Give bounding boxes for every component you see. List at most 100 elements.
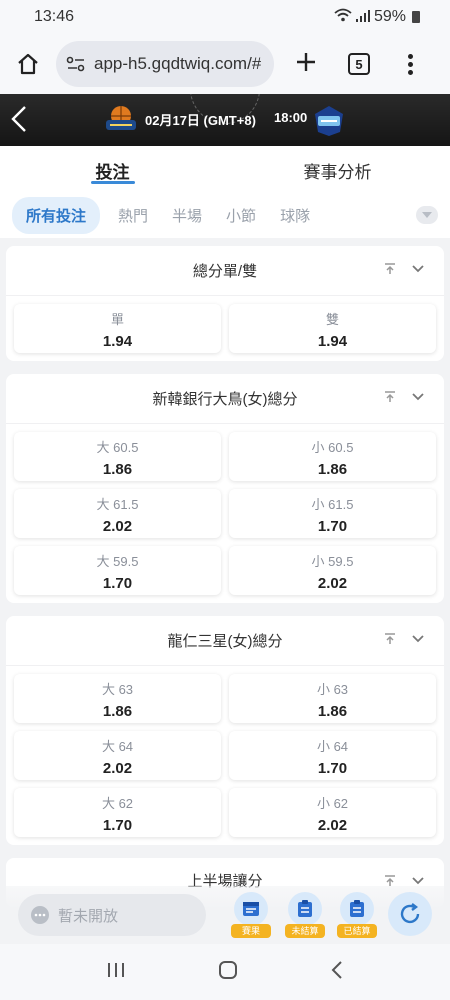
odds-row: 大 59.5 1.70 小 59.5 2.02	[14, 546, 436, 595]
odds-value: 2.02	[317, 575, 348, 592]
address-bar[interactable]: app-h5.gqdtwiq.com/#	[56, 41, 274, 87]
odds-button[interactable]: 雙 1.94	[229, 304, 436, 353]
match-header: 02月17日 (GMT+8) 18:00	[0, 94, 450, 146]
odds-value: 1.70	[102, 575, 133, 592]
odds-button[interactable]: 小 64 1.70	[229, 731, 436, 780]
sub-tab-half[interactable]: 半場	[172, 205, 202, 226]
odds-button[interactable]: 小 60.5 1.86	[229, 432, 436, 481]
odds-button[interactable]: 大 61.5 2.02	[14, 489, 221, 538]
home-nav-button[interactable]	[218, 960, 238, 985]
odds-value: 2.02	[102, 518, 133, 535]
odds-value: 1.70	[317, 518, 348, 535]
chevron-down-icon[interactable]	[412, 393, 424, 401]
settled-label: 已結算	[337, 924, 377, 938]
market-card: 龍仁三星(女)總分 大 63 1.86 小 63 1.86 大 64 2.02 小 6…	[6, 616, 444, 845]
results-icon	[234, 892, 268, 926]
browser-toolbar: app-h5.gqdtwiq.com/# 5	[0, 34, 450, 94]
menu-dot-icon	[408, 61, 413, 67]
recent-apps-button[interactable]	[106, 961, 126, 984]
plus-icon	[297, 53, 315, 71]
sub-tab-team[interactable]: 球隊	[280, 205, 310, 226]
odds-row: 大 63 1.86 小 63 1.86	[14, 674, 436, 723]
unsettled-button[interactable]: 未結算	[284, 892, 326, 938]
home-icon	[18, 53, 38, 75]
market-title: 新韓銀行大鳥(女)總分	[152, 391, 298, 408]
chevron-down-icon[interactable]	[412, 265, 424, 273]
pin-to-top-icon[interactable]	[384, 391, 396, 403]
unsettled-icon	[288, 892, 322, 926]
sub-tab-all-bets[interactable]: 所有投注	[12, 196, 101, 234]
odds-label: 大 64	[101, 739, 134, 754]
odds-row: 大 61.5 2.02 小 61.5 1.70	[14, 489, 436, 538]
settled-button[interactable]: 已結算	[336, 892, 378, 938]
odds-value: 1.94	[102, 333, 133, 350]
market-card: 新韓銀行大鳥(女)總分 大 60.5 1.86 小 60.5 1.86 大 61.5…	[6, 374, 444, 603]
tab-switcher-button[interactable]: 5	[348, 53, 370, 75]
match-time: 18:00	[274, 110, 308, 125]
odds-label: 小 60.5	[311, 440, 354, 455]
market-header[interactable]: 總分單/雙	[6, 246, 444, 296]
new-tab-button[interactable]	[292, 50, 320, 78]
results-label: 賽果	[231, 924, 271, 938]
odds-value: 1.70	[317, 760, 348, 777]
odds-button[interactable]: 小 62 2.02	[229, 788, 436, 837]
odds-label: 小 61.5	[311, 497, 354, 512]
chat-placeholder: 暫未開放	[58, 907, 119, 925]
market-title: 總分單/雙	[192, 263, 258, 280]
odds-button[interactable]: 大 60.5 1.86	[14, 432, 221, 481]
url-text: app-h5.gqdtwiq.com/#	[94, 54, 262, 73]
chevron-down-icon[interactable]	[412, 635, 424, 643]
odds-value: 1.86	[317, 703, 348, 720]
odds-button[interactable]: 大 62 1.70	[14, 788, 221, 837]
battery-percent: 59%	[373, 8, 406, 25]
odds-label: 小 62	[316, 796, 349, 811]
tab-bet[interactable]: 投注	[0, 146, 225, 192]
market-header[interactable]: 龍仁三星(女)總分	[6, 616, 444, 666]
odds-button[interactable]: 大 63 1.86	[14, 674, 221, 723]
unsettled-label: 未結算	[285, 924, 325, 938]
odds-value: 1.70	[102, 817, 133, 834]
odds-row: 大 62 1.70 小 62 2.02	[14, 788, 436, 837]
odds-button[interactable]: 小 61.5 1.70	[229, 489, 436, 538]
odds-row: 單 1.94 雙 1.94	[14, 304, 436, 353]
chat-bubble-icon	[31, 906, 49, 924]
market-header[interactable]: 新韓銀行大鳥(女)總分	[6, 374, 444, 424]
odds-button[interactable]: 單 1.94	[14, 304, 221, 353]
chevron-down-icon[interactable]	[412, 877, 424, 885]
home-team-logo	[106, 106, 136, 130]
caret-down-icon	[422, 212, 432, 218]
pin-to-top-icon[interactable]	[384, 633, 396, 645]
odds-label: 大 61.5	[96, 497, 139, 512]
match-date: 02月17日 (GMT+8)	[145, 113, 256, 128]
sub-tab-quarter[interactable]: 小節	[226, 205, 256, 226]
system-nav-bar	[0, 944, 450, 1000]
odds-value: 2.02	[317, 817, 348, 834]
recent-apps-icon	[108, 962, 124, 977]
odds-button[interactable]: 大 64 2.02	[14, 731, 221, 780]
refresh-button[interactable]	[388, 892, 432, 936]
results-button[interactable]: 賽果	[230, 892, 272, 938]
home-circle-icon	[219, 960, 237, 979]
home-button[interactable]	[14, 50, 42, 78]
category-dropdown-button[interactable]	[416, 206, 438, 224]
site-settings-icon[interactable]	[66, 56, 86, 72]
status-icons: 59%	[334, 8, 420, 27]
pin-to-top-icon[interactable]	[384, 263, 396, 275]
odds-button[interactable]: 小 63 1.86	[229, 674, 436, 723]
menu-dot-icon	[408, 53, 413, 59]
away-team-logo	[315, 106, 343, 136]
odds-button[interactable]: 小 59.5 2.02	[229, 546, 436, 595]
chat-input[interactable]: 暫未開放	[18, 894, 206, 936]
back-nav-button[interactable]	[330, 960, 344, 985]
odds-value: 1.86	[102, 703, 133, 720]
odds-label: 小 63	[316, 682, 349, 697]
signal-icon	[355, 9, 370, 25]
bottom-action-bar: 暫未開放 賽果 未結算 已結算	[0, 886, 450, 944]
browser-menu-button[interactable]	[408, 53, 413, 75]
odds-button[interactable]: 大 59.5 1.70	[14, 546, 221, 595]
back-button[interactable]	[10, 104, 28, 139]
sub-tab-popular[interactable]: 熱門	[118, 205, 148, 226]
tab-match-analysis[interactable]: 賽事分析	[225, 146, 450, 192]
bet-category-tabs: 所有投注 熱門 半場 小節 球隊	[0, 192, 450, 238]
battery-icon	[412, 11, 420, 23]
